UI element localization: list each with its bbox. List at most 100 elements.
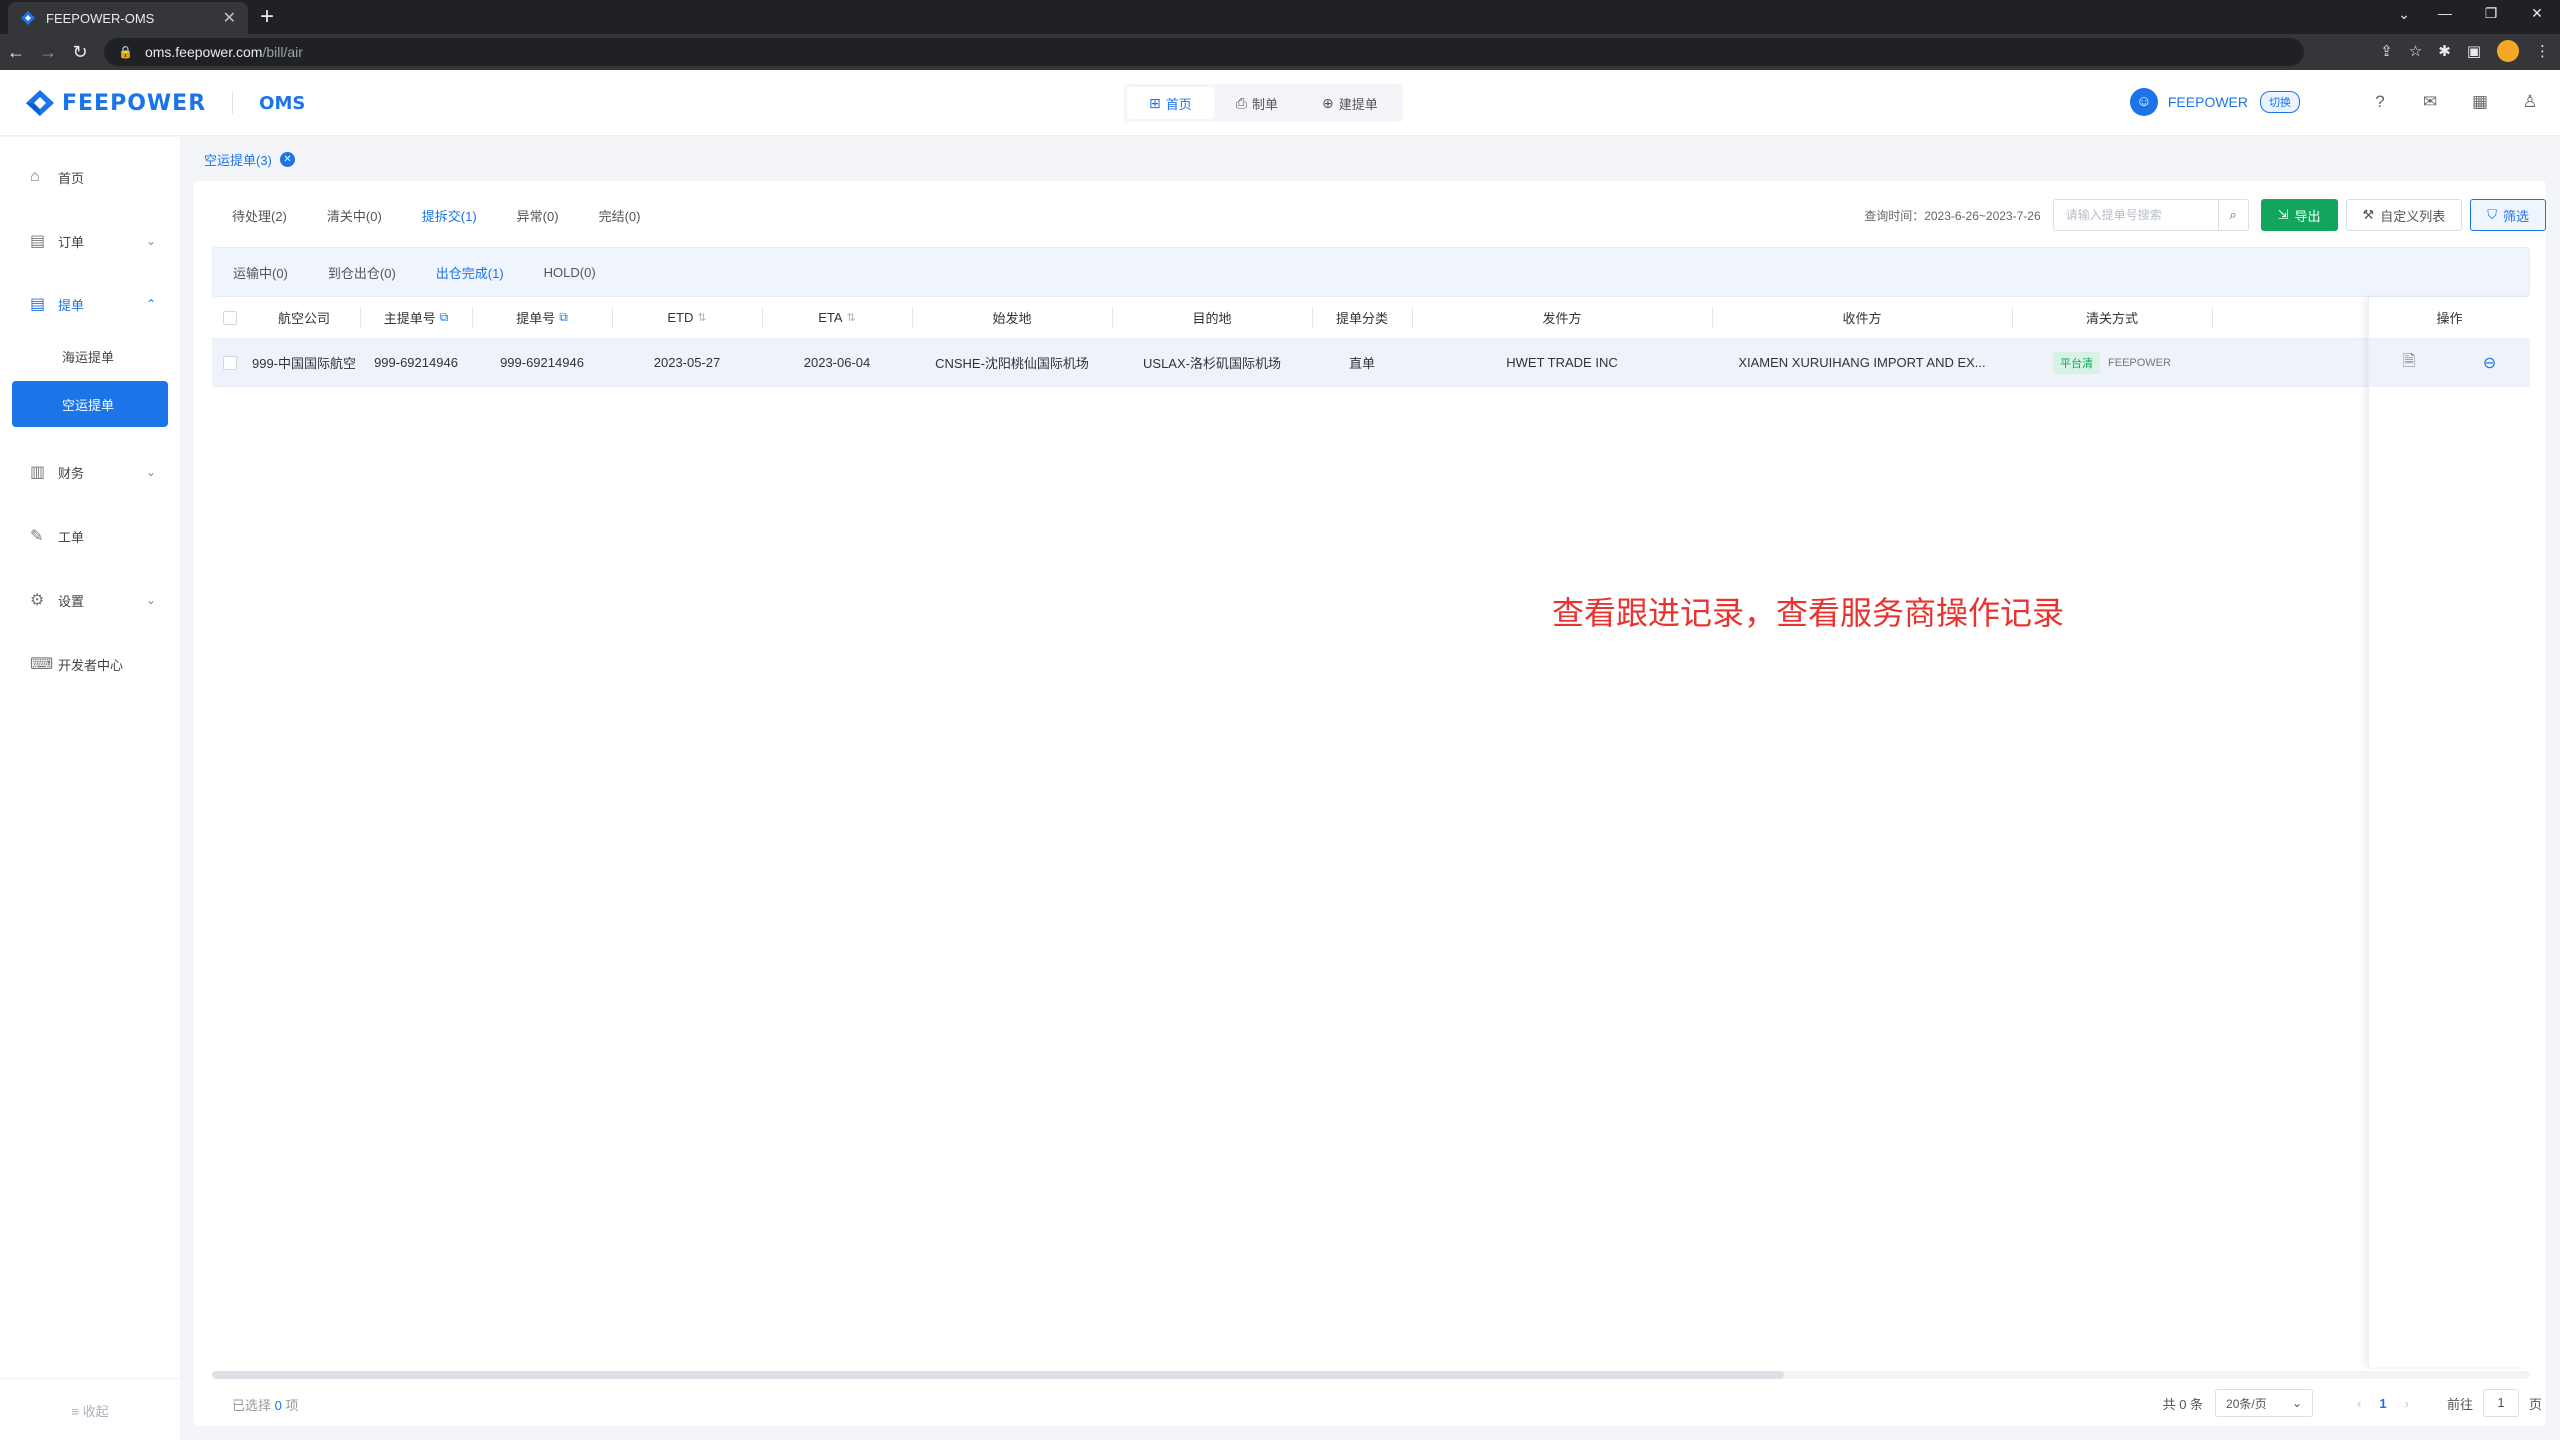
row-checkbox[interactable] <box>212 339 248 386</box>
address-bar[interactable]: 🔒 oms.feepower.com/bill/air <box>104 38 2304 66</box>
nav-make-bill[interactable]: ⎙ 制单 <box>1214 87 1300 119</box>
sub-tab-warehouse[interactable]: 到仓出仓(0) <box>328 263 396 282</box>
settings-icon: ⚙ <box>30 592 45 609</box>
scrollbar-thumb[interactable] <box>212 1371 1784 1379</box>
sidebar-subitem-air-bill[interactable]: 空运提单 <box>12 381 168 427</box>
prev-page-icon[interactable]: ‹ <box>2357 1396 2361 1411</box>
horizontal-scrollbar[interactable] <box>212 1371 2530 1379</box>
table-footer: 已选择 0 项 共 0 条 20条/页 ⌄ ‹ 1 › 前往 1 页 <box>194 1381 2546 1426</box>
more-actions-icon[interactable]: ⊖ <box>2483 353 2496 373</box>
calendar-icon[interactable]: ▦ <box>2470 92 2490 112</box>
bookmark-star-icon[interactable]: ☆ <box>2409 42 2422 60</box>
restore-icon[interactable]: ❐ <box>2468 5 2514 22</box>
minimize-icon[interactable]: — <box>2422 5 2468 22</box>
status-tab-clearing[interactable]: 清关中(0) <box>327 205 382 229</box>
lock-icon: 🔒 <box>118 45 133 59</box>
url-text: oms.feepower.com/bill/air <box>144 44 303 60</box>
tab-search-chevron-icon[interactable]: ⌄ <box>2398 6 2410 23</box>
sub-tab-hold[interactable]: HOLD(0) <box>544 265 596 280</box>
follow-record-icon[interactable]: 🗎 <box>2403 350 2416 377</box>
goto-page-input[interactable]: 1 <box>2482 1389 2519 1417</box>
sub-status-tabs: 运输中(0) 到仓出仓(0) 出仓完成(1) HOLD(0) <box>212 247 2530 297</box>
cell-destination: USLAX-洛杉矶国际机场 <box>1143 356 1281 371</box>
page-tab-air-bill[interactable]: 空运提单(3) ✕ <box>204 150 295 169</box>
user-name[interactable]: FEEPOWER <box>2168 94 2248 110</box>
select-all-checkbox[interactable] <box>212 297 248 338</box>
operations-column: 操作 🗎 ⊖ <box>2368 297 2530 1367</box>
status-tab-exception[interactable]: 异常(0) <box>517 205 559 229</box>
bill-icon: ▤ <box>30 296 46 313</box>
sidebar-item-tickets[interactable]: ✎ 工单 <box>12 516 168 556</box>
col-destination: 目的地 <box>1192 311 1232 326</box>
table-row[interactable]: 999-中国国际航空 999-69214946 999-69214946 202… <box>212 339 2530 387</box>
sort-icon: ⇅ <box>697 312 707 324</box>
browser-tabstrip: FEEPOWER-OMS ✕ + ⌄ — ❐ ✕ <box>0 0 2560 34</box>
switch-account-button[interactable]: 切换 <box>2260 91 2300 113</box>
status-tab-pickup[interactable]: 提拆交(1) <box>422 205 477 229</box>
query-time[interactable]: 查询时间：2023-6-26~2023-7-26 <box>1864 207 2040 224</box>
cell-master-bill: 999-69214946 <box>374 355 458 370</box>
menu-kebab-icon[interactable]: ⋮ <box>2535 42 2550 60</box>
custom-columns-button[interactable]: ⚒ 自定义列表 <box>2345 199 2463 231</box>
copy-icon[interactable]: ⧉ <box>440 310 449 325</box>
top-nav: ⊞ 首页 ⎙ 制单 ⊕ 建提单 <box>1124 84 1403 122</box>
back-icon[interactable]: ← <box>0 42 32 63</box>
sidebar: ⌂ 首页 ▤ 订单 ⌄ ▤ 提单 ⌃ 海运提单 空运提单 ▥ 财务 ⌄ ✎ 工单 ⚙ 设置 ⌄ ⌨ 开… <box>0 137 180 1440</box>
col-shipper: 发件方 <box>1542 311 1582 326</box>
sub-tab-out-done[interactable]: 出仓完成(1) <box>436 263 504 282</box>
selected-count: 已选择 0 项 <box>232 1398 299 1413</box>
account-icon[interactable]: ♙ <box>2520 92 2540 112</box>
row-operations: 🗎 ⊖ <box>2369 339 2530 387</box>
brand-logo[interactable]: FEEPOWER OMS <box>24 88 305 118</box>
app-header: FEEPOWER OMS ⊞ 首页 ⎙ 制单 ⊕ 建提单 ☺ FEEPOWER 切换 … <box>0 70 2560 136</box>
total-count: 共 0 条 <box>2162 1396 2204 1412</box>
sidebar-item-finance[interactable]: ▥ 财务 ⌄ <box>12 452 168 492</box>
new-tab-icon[interactable]: + <box>260 4 274 30</box>
status-tab-pending[interactable]: 待处理(2) <box>232 205 287 229</box>
sidebar-item-orders[interactable]: ▤ 订单 ⌄ <box>12 221 168 261</box>
sidebar-collapse-button[interactable]: ≡ 收起 <box>0 1378 180 1420</box>
close-icon[interactable]: ✕ <box>279 151 295 167</box>
page-size-select[interactable]: 20条/页 ⌄ <box>2215 1389 2314 1417</box>
close-window-icon[interactable]: ✕ <box>2514 5 2560 22</box>
extensions-icon[interactable]: ✱ <box>2438 42 2451 60</box>
new-doc-icon: ⊕ <box>1321 94 1334 111</box>
grid-icon: ⊞ <box>1149 94 1161 111</box>
browser-toolbar: ← → ↻ 🔒 oms.feepower.com/bill/air ⇪ ☆ ✱ … <box>0 34 2560 70</box>
sidebar-item-developer[interactable]: ⌨ 开发者中心 <box>12 644 168 684</box>
sub-tab-in-transit[interactable]: 运输中(0) <box>233 263 288 282</box>
export-icon: ⇲ <box>2277 207 2289 222</box>
window-controls: — ❐ ✕ <box>2422 5 2560 22</box>
product-name: OMS <box>259 92 306 114</box>
filter-button[interactable]: ⛉ 筛选 <box>2470 199 2546 231</box>
col-etd[interactable]: ETD ⇅ <box>612 297 762 338</box>
search-icon[interactable]: ⌕ <box>2218 199 2249 231</box>
status-tab-completed[interactable]: 完结(0) <box>599 205 641 229</box>
forward-icon[interactable]: → <box>32 42 64 63</box>
finance-icon: ▥ <box>30 464 46 481</box>
col-clearance: 清关方式 <box>2085 311 2138 326</box>
current-page[interactable]: 1 <box>2379 1396 2386 1411</box>
user-avatar-icon[interactable]: ☺ <box>2129 88 2158 116</box>
copy-icon[interactable]: ⧉ <box>559 310 568 325</box>
close-tab-icon[interactable]: ✕ <box>223 8 236 28</box>
nav-home[interactable]: ⊞ 首页 <box>1127 87 1214 119</box>
reload-icon[interactable]: ↻ <box>64 42 96 63</box>
col-eta[interactable]: ETA ⇅ <box>762 297 912 338</box>
share-icon[interactable]: ⇪ <box>2380 42 2393 60</box>
sidebar-item-settings[interactable]: ⚙ 设置 ⌄ <box>12 580 168 620</box>
browser-tab[interactable]: FEEPOWER-OMS ✕ <box>8 2 248 34</box>
sidepanel-icon[interactable]: ▣ <box>2467 42 2481 60</box>
sidebar-item-bills[interactable]: ▤ 提单 ⌃ <box>12 284 168 324</box>
profile-avatar[interactable] <box>2497 40 2519 62</box>
next-page-icon[interactable]: › <box>2405 1396 2409 1411</box>
export-button[interactable]: ⇲ 导出 <box>2260 199 2338 231</box>
bill-search-input[interactable] <box>2052 199 2219 231</box>
help-icon[interactable]: ? <box>2370 92 2390 112</box>
sidebar-subitem-sea-bill[interactable]: 海运提单 <box>12 333 168 379</box>
goto-label: 前往 <box>2446 1396 2473 1412</box>
nav-create-bill[interactable]: ⊕ 建提单 <box>1300 87 1400 119</box>
sidebar-item-home[interactable]: ⌂ 首页 <box>12 157 168 197</box>
message-icon[interactable]: ✉ <box>2420 92 2440 112</box>
clearance-tag: 平台清 <box>2053 351 2101 374</box>
